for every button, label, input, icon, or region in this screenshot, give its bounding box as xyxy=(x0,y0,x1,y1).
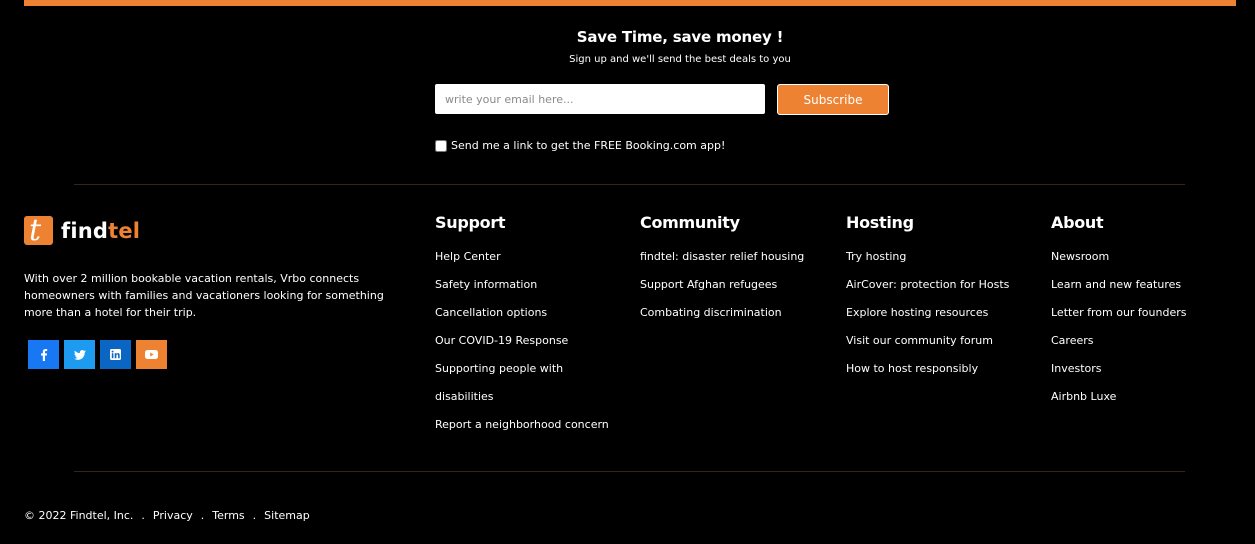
hosting-links: Try hosting AirCover: protection for Hos… xyxy=(846,247,1009,387)
divider-bottom xyxy=(74,471,1185,472)
logo-name-accent: tel xyxy=(108,218,141,243)
community-link-refugees[interactable]: Support Afghan refugees xyxy=(640,275,804,303)
app-link-checkbox[interactable] xyxy=(435,139,447,152)
social-links xyxy=(28,340,172,369)
support-link-help-center[interactable]: Help Center xyxy=(435,247,609,275)
linkedin-button[interactable] xyxy=(100,340,131,369)
legal-separator: . xyxy=(141,509,145,522)
support-column: Support Help Center Safety information C… xyxy=(435,212,609,443)
legal-separator: . xyxy=(200,509,205,522)
support-link-safety[interactable]: Safety information xyxy=(435,275,609,303)
linkedin-icon xyxy=(110,349,121,360)
support-link-covid[interactable]: Our COVID-19 Response xyxy=(435,331,609,359)
hosting-link-aircover[interactable]: AirCover: protection for Hosts xyxy=(846,275,1009,303)
brand-description: With over 2 million bookable vacation re… xyxy=(24,272,384,319)
sitemap-link[interactable]: Sitemap xyxy=(264,509,310,522)
support-link-disabilities[interactable]: Supporting people with xyxy=(435,359,609,387)
app-link-label: Send me a link to get the FREE Booking.c… xyxy=(451,139,726,152)
twitter-button[interactable] xyxy=(64,340,95,369)
hosting-link-try[interactable]: Try hosting xyxy=(846,247,1009,275)
about-link-investors[interactable]: Investors xyxy=(1051,359,1186,387)
about-heading: About xyxy=(1051,213,1104,232)
footer-page: Save Time, save money ! Sign up and we'l… xyxy=(0,0,1255,544)
hosting-column: Hosting Try hosting AirCover: protection… xyxy=(846,212,1009,387)
about-link-luxe[interactable]: Airbnb Luxe xyxy=(1051,387,1186,415)
terms-link[interactable]: Terms xyxy=(212,509,244,522)
support-link-neighborhood[interactable]: Report a neighborhood concern xyxy=(435,415,609,443)
about-link-features[interactable]: Learn and new features xyxy=(1051,275,1186,303)
twitter-icon xyxy=(73,349,86,360)
logo-glyph: t xyxy=(29,216,42,245)
community-column: Community findtel: disaster relief housi… xyxy=(640,212,804,331)
legal-separator: . xyxy=(252,509,257,522)
privacy-link[interactable]: Privacy xyxy=(153,509,193,522)
about-link-careers[interactable]: Careers xyxy=(1051,331,1186,359)
facebook-icon xyxy=(40,348,47,361)
community-links: findtel: disaster relief housing Support… xyxy=(640,247,804,331)
support-link-cancellation[interactable]: Cancellation options xyxy=(435,303,609,331)
copyright-text: © 2022 Findtel, Inc. xyxy=(24,509,134,522)
facebook-button[interactable] xyxy=(28,340,59,369)
about-column: About Newsroom Learn and new features Le… xyxy=(1051,212,1186,415)
accent-top-bar xyxy=(24,0,1236,6)
about-link-founders[interactable]: Letter from our founders xyxy=(1051,303,1186,331)
newsletter-subtitle: Sign up and we'll send the best deals to… xyxy=(569,54,791,65)
community-link-discrimination[interactable]: Combating discrimination xyxy=(640,303,804,331)
app-link-option[interactable]: Send me a link to get the FREE Booking.c… xyxy=(435,139,725,152)
community-heading: Community xyxy=(640,213,740,232)
logo-name-prefix: find xyxy=(61,218,109,243)
logo-icon: t xyxy=(24,216,53,245)
community-link-relief[interactable]: findtel: disaster relief housing xyxy=(640,247,804,275)
support-links: Help Center Safety information Cancellat… xyxy=(435,247,609,443)
legal-bar: © 2022 Findtel, Inc. . Privacy . Terms .… xyxy=(24,509,310,522)
support-link-disabilities-cont[interactable]: disabilities xyxy=(435,387,609,415)
hosting-heading: Hosting xyxy=(846,213,914,232)
divider-top xyxy=(74,184,1185,185)
about-links: Newsroom Learn and new features Letter f… xyxy=(1051,247,1186,415)
support-heading: Support xyxy=(435,213,506,232)
hosting-link-resources[interactable]: Explore hosting resources xyxy=(846,303,1009,331)
youtube-icon xyxy=(145,350,158,359)
logo-wordmark: findtel xyxy=(61,219,140,243)
hosting-link-responsibly[interactable]: How to host responsibly xyxy=(846,359,1009,387)
newsletter-title: Save Time, save money ! xyxy=(576,28,784,46)
about-link-newsroom[interactable]: Newsroom xyxy=(1051,247,1186,275)
youtube-button[interactable] xyxy=(136,340,167,369)
email-input[interactable] xyxy=(435,84,765,114)
hosting-link-forum[interactable]: Visit our community forum xyxy=(846,331,1009,359)
subscribe-button[interactable]: Subscribe xyxy=(777,84,889,115)
brand-logo[interactable]: t findtel xyxy=(24,216,140,245)
